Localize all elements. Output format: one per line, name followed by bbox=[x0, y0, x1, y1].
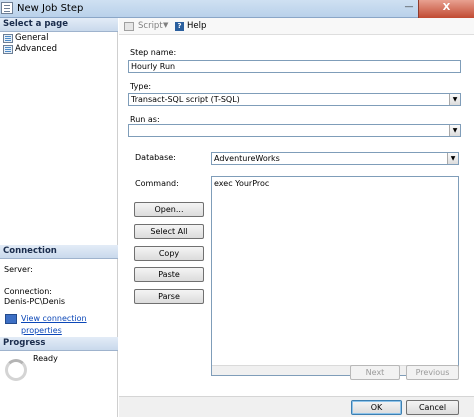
help-button[interactable]: Help bbox=[187, 21, 206, 31]
sidebar-item-general[interactable]: General bbox=[2, 33, 49, 44]
previous-button[interactable]: Previous bbox=[406, 365, 459, 380]
progress-status: Ready bbox=[33, 354, 58, 363]
help-icon: ? bbox=[175, 22, 184, 31]
general-page: Step name: Hourly Run Type: Transact-SQL… bbox=[119, 36, 474, 395]
paste-button[interactable]: Paste bbox=[134, 267, 204, 282]
step-name-label: Step name: bbox=[130, 48, 177, 57]
sidebar: Select a page General Advanced Connectio… bbox=[0, 18, 118, 417]
select-page-header: Select a page bbox=[0, 18, 118, 32]
sidebar-item-advanced[interactable]: Advanced bbox=[2, 44, 57, 55]
database-label: Database: bbox=[135, 153, 176, 162]
server-label: Server: bbox=[4, 265, 33, 274]
minimize-button[interactable]: — bbox=[400, 0, 418, 16]
app-icon bbox=[1, 2, 13, 14]
select-all-button[interactable]: Select All bbox=[134, 224, 204, 239]
title-bar: New Job Step — X bbox=[0, 0, 474, 18]
step-name-field[interactable]: Hourly Run bbox=[128, 60, 461, 73]
dialog-footer: OK Cancel bbox=[119, 396, 474, 417]
view-connection-properties-link[interactable]: View connection properties bbox=[21, 313, 117, 337]
cancel-button[interactable]: Cancel bbox=[406, 400, 459, 415]
window-title: New Job Step bbox=[17, 3, 84, 14]
connection-value: Denis-PC\Denis bbox=[4, 297, 66, 306]
script-icon bbox=[124, 22, 134, 31]
type-label: Type: bbox=[130, 82, 152, 91]
chevron-down-icon[interactable]: ▼ bbox=[163, 21, 168, 29]
open-button[interactable]: Open... bbox=[134, 202, 204, 217]
progress-spinner-icon bbox=[5, 359, 27, 381]
ok-button[interactable]: OK bbox=[351, 400, 402, 415]
next-button[interactable]: Next bbox=[350, 365, 400, 380]
page-icon bbox=[3, 34, 13, 43]
connection-header: Connection bbox=[0, 245, 118, 259]
database-select-value: AdventureWorks bbox=[214, 154, 280, 163]
connection-label: Connection: bbox=[4, 287, 52, 296]
script-button[interactable]: Script bbox=[138, 21, 163, 31]
type-select-value: Transact-SQL script (T-SQL) bbox=[131, 95, 240, 104]
command-text: exec YourProc bbox=[214, 179, 270, 188]
chevron-down-icon[interactable]: ▼ bbox=[447, 153, 458, 164]
command-label: Command: bbox=[135, 179, 179, 188]
parse-button[interactable]: Parse bbox=[134, 289, 204, 304]
copy-button[interactable]: Copy bbox=[134, 246, 204, 261]
database-select[interactable]: AdventureWorks ▼ bbox=[211, 152, 459, 165]
sidebar-item-label: Advanced bbox=[15, 44, 57, 54]
close-button[interactable]: X bbox=[418, 0, 474, 18]
chevron-down-icon[interactable]: ▼ bbox=[449, 94, 460, 105]
sidebar-item-label: General bbox=[15, 33, 49, 43]
run-as-select[interactable]: ▼ bbox=[128, 124, 461, 137]
type-select[interactable]: Transact-SQL script (T-SQL) ▼ bbox=[128, 93, 461, 106]
progress-header: Progress bbox=[0, 337, 118, 351]
chevron-down-icon[interactable]: ▼ bbox=[449, 125, 460, 136]
toolbar: Script ▼ ? Help bbox=[119, 18, 474, 35]
connection-properties-icon bbox=[5, 314, 17, 324]
page-icon bbox=[3, 45, 13, 54]
command-editor[interactable]: exec YourProc bbox=[211, 176, 459, 376]
